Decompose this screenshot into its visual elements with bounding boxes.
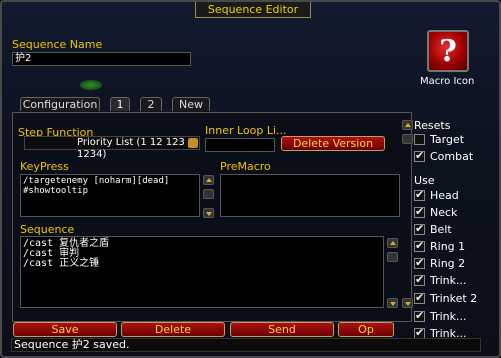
options-scroll-up-icon[interactable] bbox=[402, 120, 413, 130]
options-scroll-thumb[interactable] bbox=[402, 134, 413, 144]
keypress-line: #showtooltip bbox=[23, 186, 89, 196]
save-button[interactable]: Save bbox=[13, 322, 117, 337]
macro-icon-button[interactable]: ? bbox=[427, 30, 469, 72]
checkbox-box[interactable] bbox=[414, 239, 425, 252]
checkbox-label: Head bbox=[430, 189, 459, 202]
decorative-leaf-icon bbox=[80, 80, 102, 90]
keypress-scroll-down-icon[interactable] bbox=[203, 208, 214, 218]
checkbox-label: Combat bbox=[430, 150, 474, 163]
step-function-dropdown[interactable]: Priority List (1 12 123 1234) bbox=[24, 136, 200, 160]
sequence-editor-window: Sequence Editor Sequence Name 护2 ? Macro… bbox=[0, 0, 501, 358]
checkbox-box[interactable] bbox=[414, 149, 425, 162]
checkbox-box[interactable] bbox=[414, 205, 425, 218]
checkbox-label: Target bbox=[430, 133, 465, 146]
question-mark-icon: ? bbox=[439, 34, 457, 69]
sequence-scroll-down-icon[interactable] bbox=[387, 298, 398, 308]
sequence-line: /cast 正义之锤 bbox=[23, 258, 100, 269]
send-button[interactable]: Send bbox=[230, 322, 334, 337]
dropdown-arrow-icon[interactable] bbox=[188, 138, 198, 148]
keypress-scroll-up-icon[interactable] bbox=[203, 175, 214, 185]
checkbox-label: Neck bbox=[430, 206, 458, 219]
checkbox-label: Trinket 2 bbox=[430, 292, 478, 305]
sequence-scroll-up-icon[interactable] bbox=[387, 238, 398, 248]
inner-loop-label: Inner Loop Li... bbox=[205, 124, 287, 137]
options-scroll-down-icon[interactable] bbox=[402, 298, 413, 308]
title-bar[interactable]: Sequence Editor bbox=[195, 2, 311, 18]
checkbox-box[interactable] bbox=[414, 273, 425, 286]
inner-loop-input[interactable] bbox=[205, 138, 275, 152]
tab-1[interactable]: 1 bbox=[110, 97, 130, 111]
keypress-label: KeyPress bbox=[20, 160, 69, 173]
tab-new[interactable]: New bbox=[172, 97, 210, 111]
checkbox-box[interactable] bbox=[414, 291, 425, 304]
use-label: Use bbox=[414, 174, 435, 187]
sequence-editor[interactable]: /cast 复仇者之盾 /cast 审判 /cast 正义之锤 bbox=[20, 236, 384, 308]
checkbox-label: Trink... bbox=[430, 274, 467, 287]
tab-2[interactable]: 2 bbox=[140, 97, 162, 111]
checkbox-label: Ring 2 bbox=[430, 257, 466, 270]
delete-version-button[interactable]: Delete Version bbox=[281, 136, 385, 151]
status-bar: Sequence 护2 saved. bbox=[11, 338, 481, 352]
premacro-editor[interactable] bbox=[220, 174, 400, 217]
tab-configuration[interactable]: Configuration bbox=[20, 97, 100, 111]
checkbox-box[interactable] bbox=[414, 309, 425, 322]
checkbox-box[interactable] bbox=[414, 222, 425, 235]
macro-icon-label: Macro Icon bbox=[420, 76, 475, 87]
delete-button[interactable]: Delete bbox=[121, 322, 225, 337]
premacro-label: PreMacro bbox=[220, 160, 271, 173]
sequence-name-input[interactable]: 护2 bbox=[12, 52, 191, 66]
checkbox-box[interactable] bbox=[414, 256, 425, 269]
checkbox-label: Ring 1 bbox=[430, 240, 466, 253]
sequence-label: Sequence bbox=[20, 223, 75, 236]
checkbox-box[interactable] bbox=[414, 188, 425, 201]
checkbox-label: Trink... bbox=[430, 310, 467, 323]
window-title: Sequence Editor bbox=[207, 3, 299, 16]
checkbox-box[interactable] bbox=[414, 134, 425, 145]
keypress-line: /targetenemy [noharm][dead] bbox=[23, 176, 170, 186]
checkbox-label: Belt bbox=[430, 223, 452, 236]
options-button[interactable]: Op bbox=[338, 322, 394, 337]
sequence-scroll-thumb[interactable] bbox=[387, 252, 398, 262]
keypress-editor[interactable]: /targetenemy [noharm][dead] #showtooltip bbox=[20, 174, 200, 217]
sequence-name-label: Sequence Name bbox=[12, 38, 103, 51]
resets-label: Resets bbox=[414, 119, 451, 132]
keypress-scroll-thumb[interactable] bbox=[203, 189, 214, 199]
